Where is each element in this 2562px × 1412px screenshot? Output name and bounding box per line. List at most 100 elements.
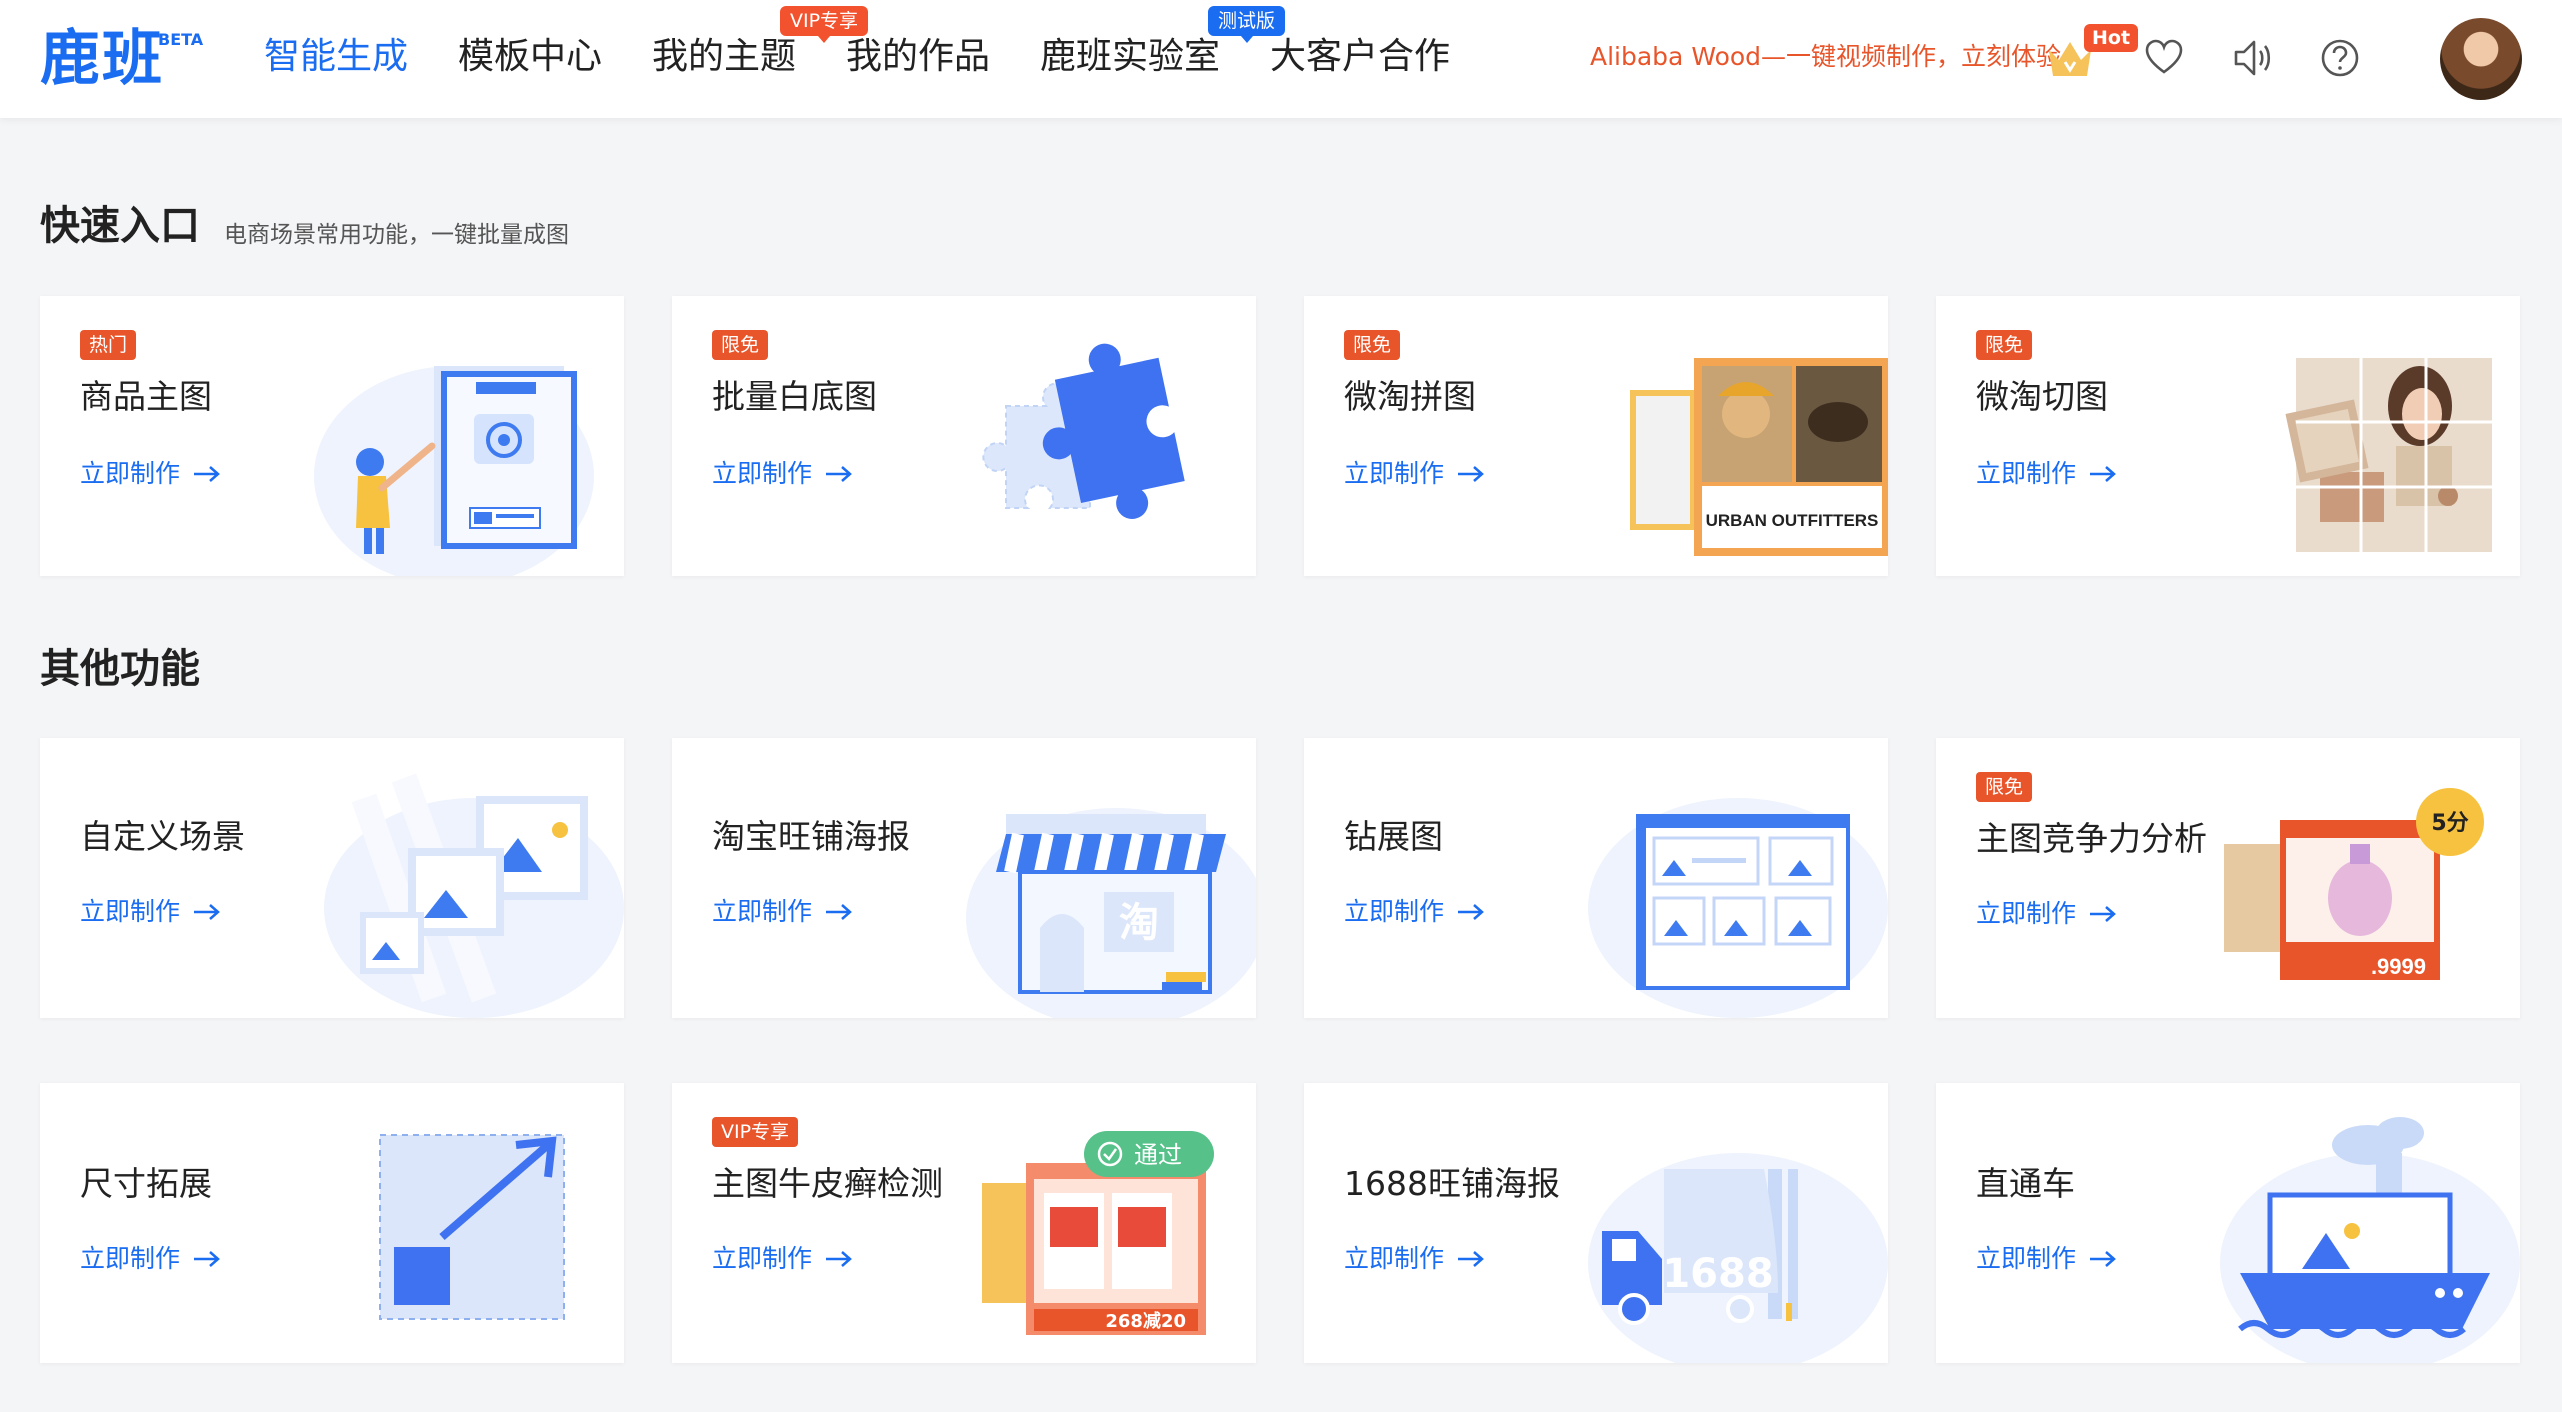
arrow-right-icon xyxy=(1458,1251,1484,1267)
make-now-link[interactable]: 立即制作 xyxy=(1344,1241,1486,1277)
spam-detect-illustration: 268减20 通过 xyxy=(982,1131,1214,1335)
product-main-image-illustration xyxy=(314,366,594,576)
card-title: 主图竞争力分析 xyxy=(1976,819,2207,858)
card-size-expand[interactable]: 尺寸拓展 立即制作 xyxy=(40,1083,624,1363)
arrow-right-icon xyxy=(194,904,220,920)
other-features-title: 其他功能 xyxy=(40,646,200,692)
hot-tag: 热门 xyxy=(80,330,137,360)
make-now-link[interactable]: 立即制作 xyxy=(1976,896,2118,932)
card-title: 1688旺铺海报 xyxy=(1344,1164,1560,1203)
shop-storefront-illustration: 淘 xyxy=(966,808,1256,1018)
card-title: 批量白底图 xyxy=(712,377,877,416)
make-now-label: 立即制作 xyxy=(712,459,813,488)
speaker-icon[interactable] xyxy=(2224,30,2280,86)
vip-tag: VIP专享 xyxy=(712,1117,799,1147)
card-title: 淘宝旺铺海报 xyxy=(712,817,910,856)
card-title: 自定义场景 xyxy=(80,817,245,856)
arrow-right-icon xyxy=(1458,904,1484,920)
top-header: 鹿班 BETA 智能生成 模板中心 我的主题 VIP专享 我的作品 鹿班实验室 … xyxy=(0,0,2562,118)
arrow-right-icon xyxy=(2090,1251,2116,1267)
make-now-label: 立即制作 xyxy=(1344,897,1445,926)
arrow-right-icon xyxy=(194,1251,220,1267)
card-batch-white-background[interactable]: 限免 批量白底图 立即制作 xyxy=(672,296,1256,576)
make-now-link[interactable]: 立即制作 xyxy=(80,894,222,930)
make-now-link[interactable]: 立即制作 xyxy=(80,456,222,492)
make-now-link[interactable]: 立即制作 xyxy=(1976,456,2118,492)
card-through-train[interactable]: 直通车 立即制作 xyxy=(1936,1083,2520,1363)
card-weitao-collage[interactable]: 限免 微淘拼图 立即制作 URBAN OUTFITTERS xyxy=(1304,296,1888,576)
make-now-label: 立即制作 xyxy=(1976,459,2077,488)
make-now-link[interactable]: 立即制作 xyxy=(712,894,854,930)
free-tag: 限免 xyxy=(1344,330,1401,360)
free-tag: 限免 xyxy=(1976,330,2033,360)
make-now-label: 立即制作 xyxy=(1976,899,2077,928)
make-now-link[interactable]: 立即制作 xyxy=(712,1241,854,1277)
card-title: 尺寸拓展 xyxy=(80,1164,212,1203)
card-diamond-display[interactable]: 钻展图 立即制作 xyxy=(1304,738,1888,1018)
urban-outfitters-label: URBAN OUTFITTERS xyxy=(1706,511,1879,530)
make-now-label: 立即制作 xyxy=(80,1244,181,1273)
card-weitao-slice[interactable]: 限免 微淘切图 立即制作 xyxy=(1936,296,2520,576)
hot-badge: Hot xyxy=(2084,24,2139,52)
arrow-right-icon xyxy=(826,1251,852,1267)
make-now-label: 立即制作 xyxy=(712,1244,813,1273)
score-text: 5分 xyxy=(2431,811,2468,836)
nav-enterprise[interactable]: 大客户合作 xyxy=(1270,32,1450,82)
beta-badge: BETA xyxy=(158,30,204,49)
make-now-label: 立即制作 xyxy=(80,897,181,926)
make-now-link[interactable]: 立即制作 xyxy=(1344,894,1486,930)
help-icon[interactable] xyxy=(2312,30,2368,86)
arrow-right-icon xyxy=(194,466,220,482)
card-title: 钻展图 xyxy=(1344,817,1443,856)
card-title: 直通车 xyxy=(1976,1164,2075,1203)
card-title: 主图牛皮癣检测 xyxy=(712,1164,943,1203)
card-custom-scene[interactable]: 自定义场景 立即制作 xyxy=(40,738,624,1018)
ship-illustration xyxy=(2220,1117,2520,1363)
arrow-right-icon xyxy=(826,466,852,482)
quick-entry-subtitle: 电商场景常用功能，一键批量成图 xyxy=(224,222,569,248)
card-taobao-store-poster[interactable]: 淘宝旺铺海报 立即制作 淘 xyxy=(672,738,1256,1018)
card-title: 微淘切图 xyxy=(1976,377,2108,416)
arrow-right-icon xyxy=(2090,466,2116,482)
make-now-link[interactable]: 立即制作 xyxy=(1344,456,1486,492)
nav-smart-generate[interactable]: 智能生成 xyxy=(264,32,408,82)
tao-character: 淘 xyxy=(1119,900,1159,946)
delivery-truck-illustration: 1688 xyxy=(1588,1153,1888,1363)
user-avatar[interactable] xyxy=(2440,18,2522,100)
make-now-label: 立即制作 xyxy=(1344,1244,1445,1273)
free-tag: 限免 xyxy=(1976,772,2033,802)
card-1688-store-poster[interactable]: 1688旺铺海报 立即制作 1688 xyxy=(1304,1083,1888,1363)
nav-template-center[interactable]: 模板中心 xyxy=(458,32,602,82)
competitiveness-illustration: .9999 5分 xyxy=(2224,788,2484,980)
display-banner-illustration xyxy=(1588,798,1888,1018)
card-product-main-image[interactable]: 热门 商品主图 立即制作 xyxy=(40,296,624,576)
logo-text: 鹿班 xyxy=(40,24,164,94)
card-main-image-competitiveness[interactable]: 限免 主图竞争力分析 立即制作 .9999 5分 xyxy=(1936,738,2520,1018)
free-tag: 限免 xyxy=(712,330,769,360)
collage-illustration: URBAN OUTFITTERS xyxy=(1630,358,1888,556)
arrow-right-icon xyxy=(826,904,852,920)
beta-test-badge: 测试版 xyxy=(1208,6,1286,43)
make-now-link[interactable]: 立即制作 xyxy=(80,1241,222,1277)
custom-scene-illustration xyxy=(324,773,624,1018)
nav-luban-lab[interactable]: 鹿班实验室 xyxy=(1040,32,1220,82)
puzzle-illustration xyxy=(982,343,1185,519)
expand-size-illustration xyxy=(379,1134,565,1320)
heart-icon[interactable] xyxy=(2136,30,2192,86)
nav-my-works[interactable]: 我的作品 xyxy=(846,32,990,82)
make-now-label: 立即制作 xyxy=(1344,459,1445,488)
slice-grid-illustration xyxy=(2285,358,2492,552)
card-title: 微淘拼图 xyxy=(1344,377,1476,416)
alibaba-wood-promo-link[interactable]: Alibaba Wood—一键视频制作，立刻体验 xyxy=(1590,38,2061,76)
arrow-right-icon xyxy=(1458,466,1484,482)
promo-price-text: 268减20 xyxy=(1105,1310,1186,1332)
make-now-link[interactable]: 立即制作 xyxy=(1976,1241,2118,1277)
quick-entry-title: 快速入口 xyxy=(40,203,200,249)
make-now-label: 立即制作 xyxy=(80,459,181,488)
luban-logo[interactable]: 鹿班 BETA xyxy=(40,24,203,94)
card-main-image-spam-detect[interactable]: VIP专享 主图牛皮癣检测 立即制作 268减20 通过 xyxy=(672,1083,1256,1363)
make-now-link[interactable]: 立即制作 xyxy=(712,456,854,492)
make-now-label: 立即制作 xyxy=(712,897,813,926)
make-now-label: 立即制作 xyxy=(1976,1244,2077,1273)
nav-my-themes[interactable]: 我的主题 xyxy=(652,32,796,82)
